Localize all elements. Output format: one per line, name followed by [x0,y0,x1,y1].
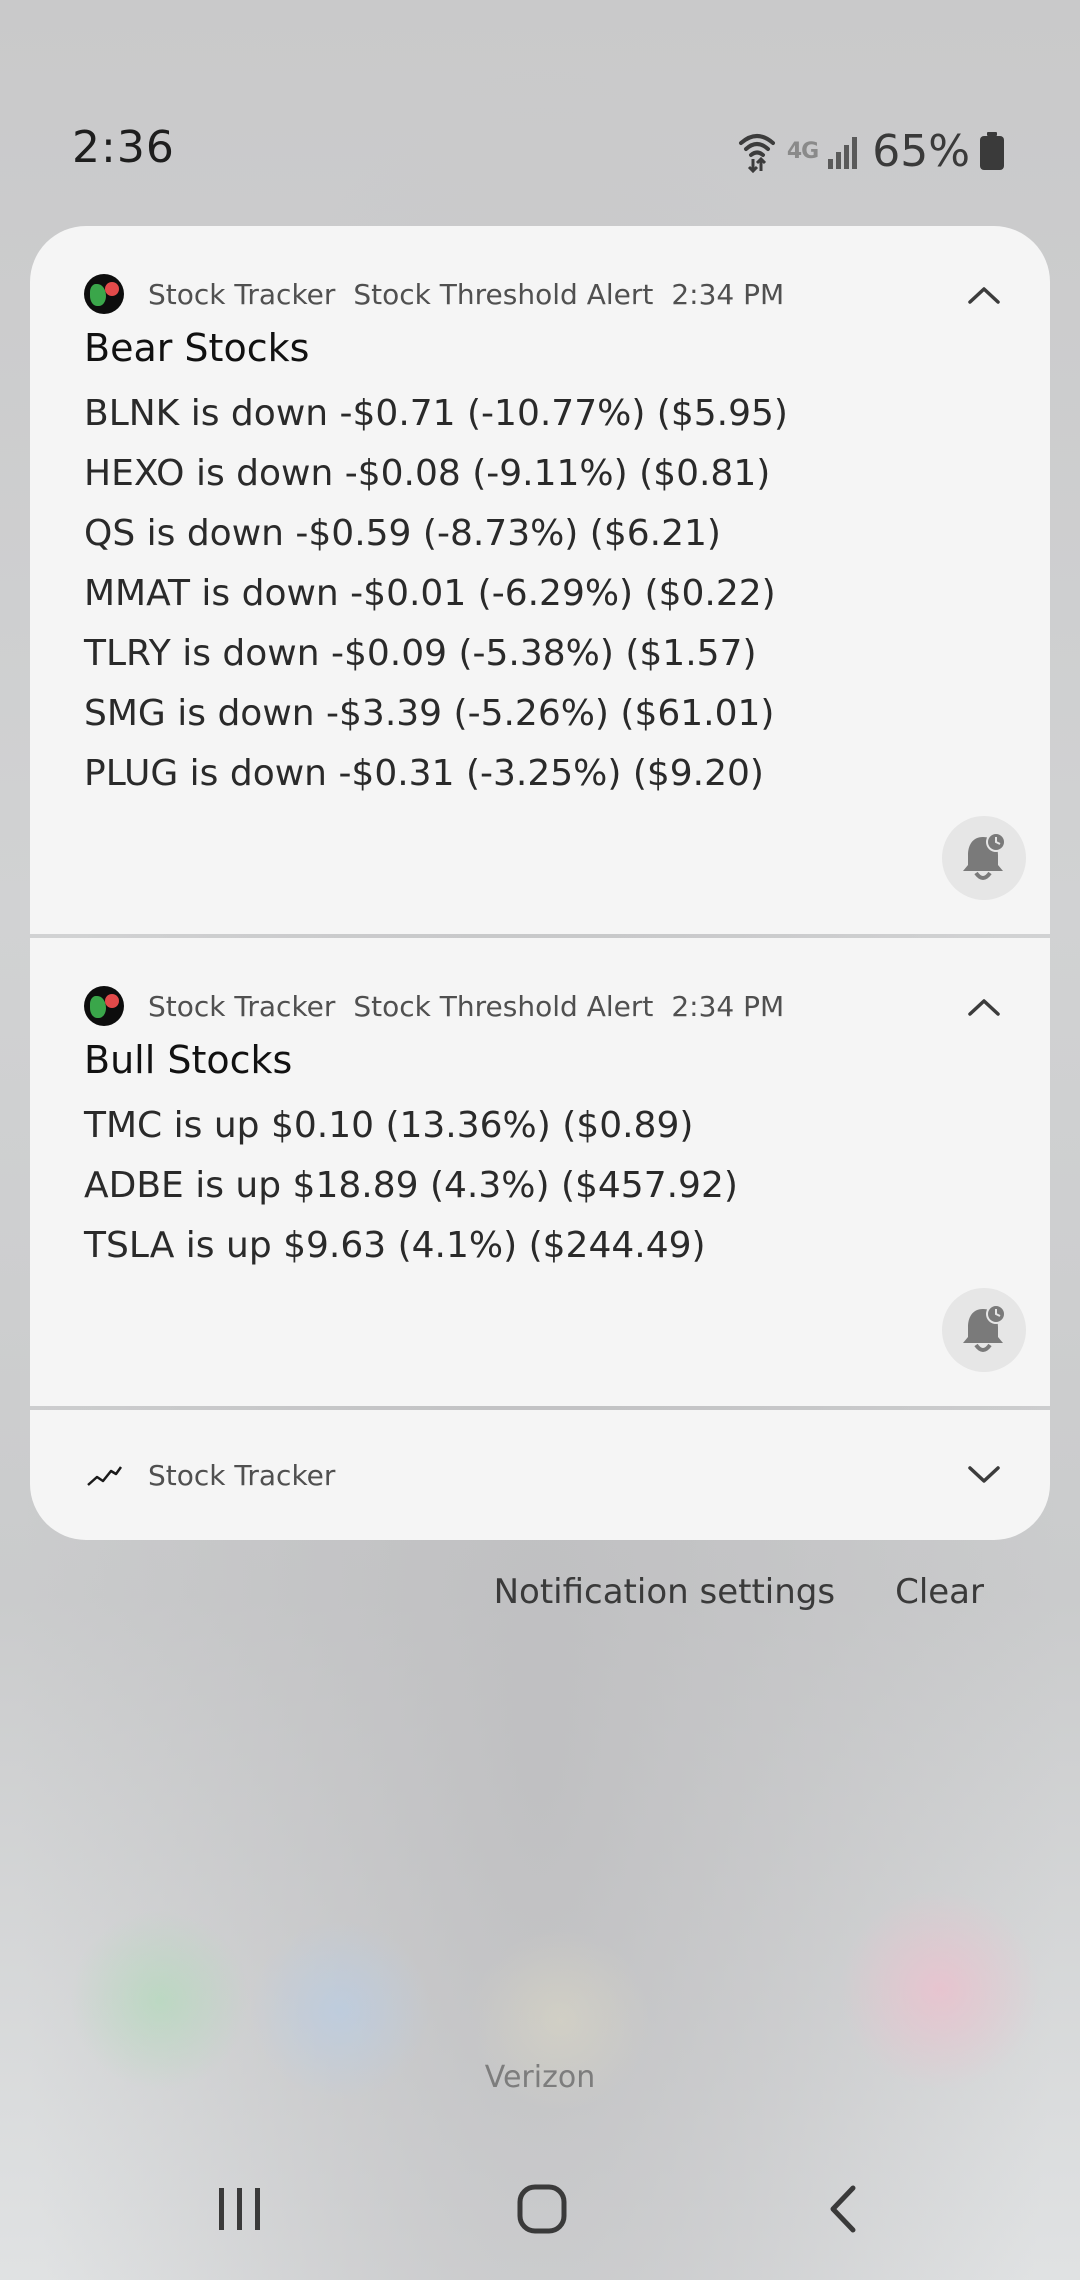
stock-tracker-app-icon [84,274,124,314]
notification-settings-button[interactable]: Notification settings [494,1572,835,1612]
app-name: Stock Tracker [148,277,336,311]
snooze-button[interactable] [942,1288,1026,1372]
notification-header: Stock Tracker [84,1453,335,1497]
list-item: BLNK is down -$0.71 (-10.77%) ($5.95) [84,393,788,434]
app-name: Stock Tracker [148,989,336,1023]
list-item: SMG is down -$3.39 (-5.26%) ($61.01) [84,693,775,734]
status-icons: 4G 65% [737,122,1004,180]
notification-lines: BLNK is down -$0.71 (-10.77%) ($5.95) HE… [84,384,788,804]
signal-bars-icon [828,133,862,169]
back-button[interactable] [810,2176,880,2246]
navigation-bar [0,2176,1080,2246]
notification-header: Stock Tracker Stock Threshold Alert 2:34… [84,984,784,1028]
channel-name: Stock Threshold Alert [353,277,654,311]
notification-title: Bull Stocks [84,1038,293,1082]
list-item: PLUG is down -$0.31 (-3.25%) ($9.20) [84,753,764,794]
list-item: HEXO is down -$0.08 (-9.11%) ($0.81) [84,453,771,494]
back-icon [825,2184,865,2238]
list-item: TMC is up $0.10 (13.36%) ($0.89) [84,1105,694,1146]
notification-title: Bear Stocks [84,326,310,370]
network-type-label: 4G [786,138,819,164]
list-item: TSLA is up $9.63 (4.1%) ($244.49) [84,1225,706,1266]
stock-tracker-app-icon [84,986,124,1026]
battery-percent: 65% [872,125,970,177]
notification-actions: Notification settings Clear [494,1572,984,1612]
chevron-up-icon[interactable] [966,278,1002,314]
notification-lines: TMC is up $0.10 (13.36%) ($0.89) ADBE is… [84,1096,738,1276]
snooze-button[interactable] [942,816,1026,900]
carrier-label: Verizon [484,2060,596,2095]
clear-button[interactable]: Clear [895,1572,984,1612]
notification-stock-tracker-collapsed[interactable]: Stock Tracker [30,1410,1050,1540]
snooze-bell-icon [959,1301,1009,1359]
list-item: ADBE is up $18.89 (4.3%) ($457.92) [84,1165,738,1206]
recents-icon [215,2186,265,2236]
chevron-up-icon[interactable] [966,990,1002,1026]
channel-name: Stock Threshold Alert [353,989,654,1023]
notification-header: Stock Tracker Stock Threshold Alert 2:34… [84,272,784,316]
notification-time: 2:34 PM [671,277,785,311]
battery-icon [980,132,1004,170]
notification-bear-stocks[interactable]: Stock Tracker Stock Threshold Alert 2:34… [30,226,1050,934]
notification-panel: Stock Tracker Stock Threshold Alert 2:34… [30,226,1050,1540]
list-item: TLRY is down -$0.09 (-5.38%) ($1.57) [84,633,757,674]
list-item: MMAT is down -$0.01 (-6.29%) ($0.22) [84,573,776,614]
chevron-down-icon[interactable] [966,1456,1002,1492]
notification-bull-stocks[interactable]: Stock Tracker Stock Threshold Alert 2:34… [30,938,1050,1406]
trend-line-icon [84,1455,124,1495]
app-name: Stock Tracker [148,1458,336,1492]
status-time: 2:36 [72,122,175,173]
wifi-calling-icon [737,129,777,173]
recents-button[interactable] [205,2176,275,2246]
home-icon [516,2183,568,2239]
notification-time: 2:34 PM [671,989,785,1023]
list-item: QS is down -$0.59 (-8.73%) ($6.21) [84,513,721,554]
snooze-bell-icon [959,829,1009,887]
home-button[interactable] [507,2176,577,2246]
